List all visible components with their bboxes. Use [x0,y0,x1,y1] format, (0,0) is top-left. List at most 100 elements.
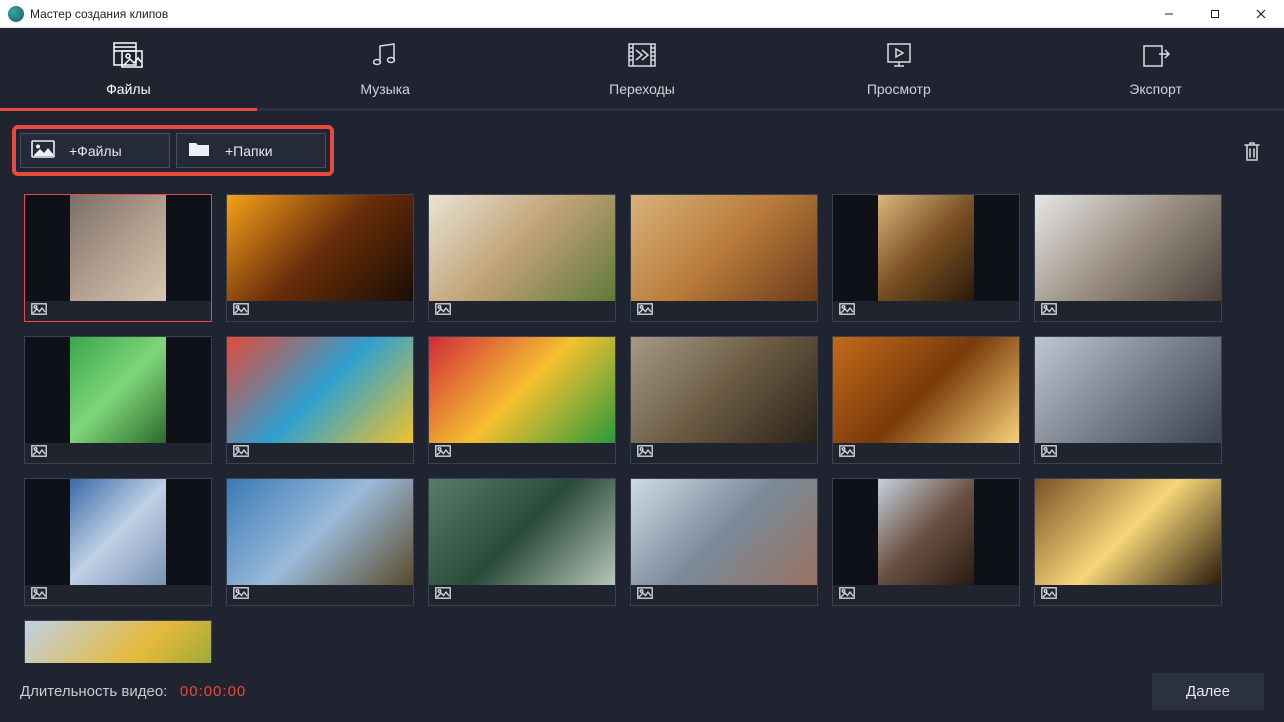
tile-footer [1035,301,1221,321]
music-icon [368,40,402,75]
tile-footer [833,443,1019,463]
tile-footer [429,585,615,605]
nav-step-label: Экспорт [1129,81,1182,97]
folder-icon [187,140,211,161]
media-gallery [24,194,1266,663]
thumbnail [833,337,1019,443]
media-tile[interactable] [1034,478,1222,606]
nav-step-export[interactable]: Экспорт [1027,28,1284,108]
footer: Длительность видео: 00:00:00 Далее [0,663,1284,722]
image-type-icon [435,302,451,320]
thumbnail [631,337,817,443]
media-tile[interactable] [832,194,1020,322]
media-tile[interactable] [428,336,616,464]
add-files-button[interactable]: +Файлы [20,133,170,168]
media-tile[interactable] [630,336,818,464]
media-tile[interactable] [428,478,616,606]
nav-step-label: Файлы [106,81,150,97]
window-title: Мастер создания клипов [30,7,168,21]
thumbnail [1035,195,1221,301]
nav-step-label: Переходы [609,81,675,97]
thumbnail [429,337,615,443]
tile-footer [429,301,615,321]
media-tile[interactable] [24,194,212,322]
image-type-icon [435,444,451,462]
wizard-steps: Файлы Музыка Переходы Просмотр Экспорт [0,28,1284,108]
thumbnail [227,337,413,443]
media-tile[interactable] [832,478,1020,606]
thumbnail [227,479,413,585]
play-icon [882,40,916,75]
image-type-icon [1041,444,1057,462]
duration-label: Длительность видео: [20,683,167,700]
tile-footer [25,301,211,321]
thumbnail [227,195,413,301]
next-button[interactable]: Далее [1152,673,1264,710]
image-icon [31,140,55,161]
image-type-icon [31,302,47,320]
thumbnail [25,479,211,585]
image-type-icon [31,586,47,604]
fx-icon [625,40,659,75]
window-controls [1146,0,1284,28]
files-icon [111,40,145,75]
duration-value: 00:00:00 [180,683,246,700]
add-files-label: +Файлы [69,143,122,159]
thumbnail [25,621,211,663]
image-type-icon [31,444,47,462]
media-tile[interactable] [630,478,818,606]
image-type-icon [637,444,653,462]
nav-step-fx[interactable]: Переходы [514,28,771,108]
add-folders-button[interactable]: +Папки [176,133,326,168]
tile-footer [833,585,1019,605]
media-tile[interactable] [428,194,616,322]
media-tile[interactable] [832,336,1020,464]
delete-button[interactable] [1238,137,1266,165]
media-tile[interactable] [630,194,818,322]
thumbnail [1035,479,1221,585]
thumbnail [833,479,1019,585]
image-type-icon [233,586,249,604]
image-type-icon [839,444,855,462]
app-icon [8,6,24,22]
image-type-icon [435,586,451,604]
window-titlebar: Мастер создания клипов [0,0,1284,28]
media-tile[interactable] [24,620,212,663]
image-type-icon [637,586,653,604]
nav-step-files[interactable]: Файлы [0,28,257,108]
image-type-icon [637,302,653,320]
nav-step-label: Музыка [360,81,410,97]
minimize-button[interactable] [1146,0,1192,28]
media-tile[interactable] [226,336,414,464]
tile-footer [1035,443,1221,463]
close-button[interactable] [1238,0,1284,28]
image-type-icon [1041,302,1057,320]
add-buttons-highlight: +Файлы +Папки [12,125,334,176]
maximize-button[interactable] [1192,0,1238,28]
nav-step-music[interactable]: Музыка [257,28,514,108]
media-tile[interactable] [226,194,414,322]
image-type-icon [233,444,249,462]
tile-footer [429,443,615,463]
media-tile[interactable] [1034,194,1222,322]
tile-footer [227,585,413,605]
thumbnail [631,479,817,585]
thumbnail [429,195,615,301]
nav-step-play[interactable]: Просмотр [770,28,1027,108]
tile-footer [631,585,817,605]
thumbnail [25,195,211,301]
app-body: Файлы Музыка Переходы Просмотр Экспорт +Файл… [0,28,1284,722]
media-tile[interactable] [24,478,212,606]
media-tile[interactable] [226,478,414,606]
tile-footer [833,301,1019,321]
media-tile[interactable] [24,336,212,464]
nav-step-label: Просмотр [867,81,931,97]
media-tile[interactable] [1034,336,1222,464]
image-type-icon [1041,586,1057,604]
tile-footer [227,443,413,463]
tile-footer [25,585,211,605]
gallery-scroll[interactable] [0,184,1284,663]
tile-footer [1035,585,1221,605]
tile-footer [631,443,817,463]
duration-display: Длительность видео: 00:00:00 [20,683,246,700]
